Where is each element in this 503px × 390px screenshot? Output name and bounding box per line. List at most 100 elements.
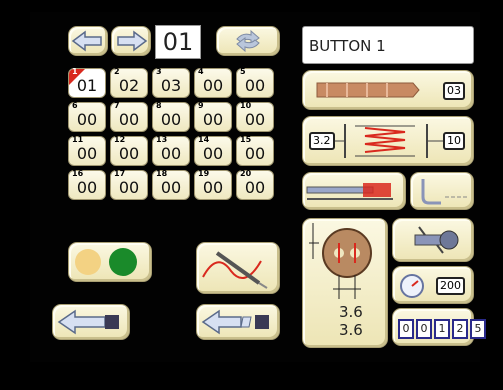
- pattern-slot-number: 9: [198, 101, 204, 110]
- pattern-slot-number: 11: [72, 135, 84, 144]
- yellow-lamp: [75, 249, 101, 275]
- speed-button[interactable]: 200: [392, 266, 474, 304]
- pattern-cell[interactable]: 7 00: [110, 101, 148, 132]
- lamp-button[interactable]: [68, 242, 152, 282]
- pattern-slot-number: 16: [72, 169, 84, 178]
- pattern-cell[interactable]: 18 00: [152, 169, 190, 200]
- counter-digit: 0: [398, 319, 414, 339]
- pattern-cell[interactable]: 1 01: [68, 67, 106, 98]
- arrow-left-icon: [71, 30, 102, 52]
- pattern-value: 00: [76, 178, 98, 197]
- tension-icon: [414, 226, 459, 254]
- hole-spacing-x: 3.6: [339, 303, 363, 321]
- pattern-value: 00: [160, 110, 182, 129]
- pattern-cell[interactable]: 12 00: [110, 135, 148, 166]
- button-hole-icon: [309, 223, 372, 299]
- pattern-value: 00: [244, 76, 266, 95]
- pattern-number: 01: [162, 28, 194, 56]
- pattern-slot-number: 17: [114, 169, 126, 178]
- counter-digit: 0: [416, 319, 432, 339]
- pattern-number-display: 01: [155, 25, 201, 59]
- pattern-value: 00: [76, 110, 98, 129]
- pattern-value: 00: [202, 76, 224, 95]
- pattern-cell[interactable]: 14 00: [194, 135, 232, 166]
- pattern-slot-number: 3: [156, 67, 162, 76]
- swap-button[interactable]: [216, 26, 280, 56]
- pattern-value: 02: [118, 76, 140, 95]
- back-button[interactable]: [52, 304, 130, 340]
- stitch-width: 3.2: [309, 132, 335, 150]
- pattern-slot-number: 5: [240, 67, 246, 76]
- pattern-value: 00: [160, 178, 182, 197]
- pattern-cell[interactable]: 17 00: [110, 169, 148, 200]
- pattern-slot-number: 1: [72, 67, 78, 76]
- pattern-slot-number: 20: [240, 169, 252, 178]
- pattern-value: 00: [202, 178, 224, 197]
- pattern-cell[interactable]: 2 02: [110, 67, 148, 98]
- pattern-slot-number: 10: [240, 101, 252, 110]
- pattern-cell[interactable]: 16 00: [68, 169, 106, 200]
- needle-curve-button[interactable]: [196, 242, 280, 294]
- pattern-slot-number: 14: [198, 135, 210, 144]
- zigzag-stitch-icon: [335, 124, 443, 158]
- pattern-slot-number: 15: [240, 135, 252, 144]
- speed-gauge-icon: [400, 274, 424, 298]
- pattern-value: 00: [118, 110, 140, 129]
- stitch-count: 10: [443, 132, 465, 150]
- hole-spacing-y: 3.6: [339, 321, 363, 339]
- thread-spool-icon: [316, 82, 420, 98]
- speed-value: 200: [436, 277, 465, 295]
- cutter-icon: [306, 183, 393, 200]
- pattern-slot-number: 4: [198, 67, 204, 76]
- counter-digit: 5: [470, 319, 486, 339]
- cutter-button[interactable]: [302, 172, 406, 210]
- counter-digit: 2: [452, 319, 468, 339]
- counter-digit: 1: [434, 319, 450, 339]
- pattern-cell[interactable]: 4 00: [194, 67, 232, 98]
- thread-tension-button[interactable]: [392, 218, 474, 262]
- pattern-value: 00: [202, 110, 224, 129]
- program-name-display[interactable]: BUTTON 1: [302, 26, 474, 64]
- pattern-cell[interactable]: 11 00: [68, 135, 106, 166]
- pattern-cell[interactable]: 5 00: [236, 67, 274, 98]
- needle-curve-icon: [202, 251, 268, 289]
- next-button[interactable]: [111, 26, 151, 56]
- pattern-cell[interactable]: 6 00: [68, 101, 106, 132]
- arrow-right-icon: [117, 30, 148, 52]
- pattern-cell[interactable]: 8 00: [152, 101, 190, 132]
- pattern-slot-number: 12: [114, 135, 126, 144]
- pattern-value: 00: [202, 144, 224, 163]
- pattern-cell[interactable]: 15 00: [236, 135, 274, 166]
- pattern-slot-number: 19: [198, 169, 210, 178]
- wiper-icon: [421, 179, 469, 205]
- pattern-value: 00: [244, 178, 266, 197]
- counter-button[interactable]: 00125: [392, 308, 486, 346]
- pattern-value: 00: [160, 144, 182, 163]
- button-hole-button[interactable]: 3.6 3.6: [302, 218, 388, 348]
- thread-wiper-button[interactable]: [410, 172, 474, 210]
- pattern-cell[interactable]: 20 00: [236, 169, 274, 200]
- pattern-slot-number: 2: [114, 67, 120, 76]
- thread-value: 03: [443, 82, 465, 100]
- pattern-slot-number: 18: [156, 169, 168, 178]
- pattern-slot-number: 7: [114, 101, 120, 110]
- pattern-cell[interactable]: 9 00: [194, 101, 232, 132]
- pattern-value: 00: [244, 110, 266, 129]
- green-lamp: [109, 248, 137, 276]
- prev-button[interactable]: [68, 26, 108, 56]
- panel-screen: 01 1 01 2 02 3 03 4 00 5 00 6 00 7 00 8 00 9 00 10 00 11 00 12…: [30, 12, 486, 362]
- thread-button[interactable]: 03: [302, 70, 474, 110]
- pattern-value: 03: [160, 76, 182, 95]
- pattern-cell[interactable]: 10 00: [236, 101, 274, 132]
- program-name: BUTTON 1: [309, 37, 386, 55]
- pattern-cell[interactable]: 3 03: [152, 67, 190, 98]
- pattern-slot-number: 13: [156, 135, 168, 144]
- forward-back-button[interactable]: [196, 304, 280, 340]
- stitch-setting-button[interactable]: 3.2 10: [302, 116, 474, 166]
- pattern-slot-number: 6: [72, 101, 78, 110]
- back-arrow-icon: [57, 309, 119, 335]
- pattern-cell[interactable]: 13 00: [152, 135, 190, 166]
- pattern-value: 00: [244, 144, 266, 163]
- pattern-cell[interactable]: 19 00: [194, 169, 232, 200]
- pattern-value: 00: [118, 144, 140, 163]
